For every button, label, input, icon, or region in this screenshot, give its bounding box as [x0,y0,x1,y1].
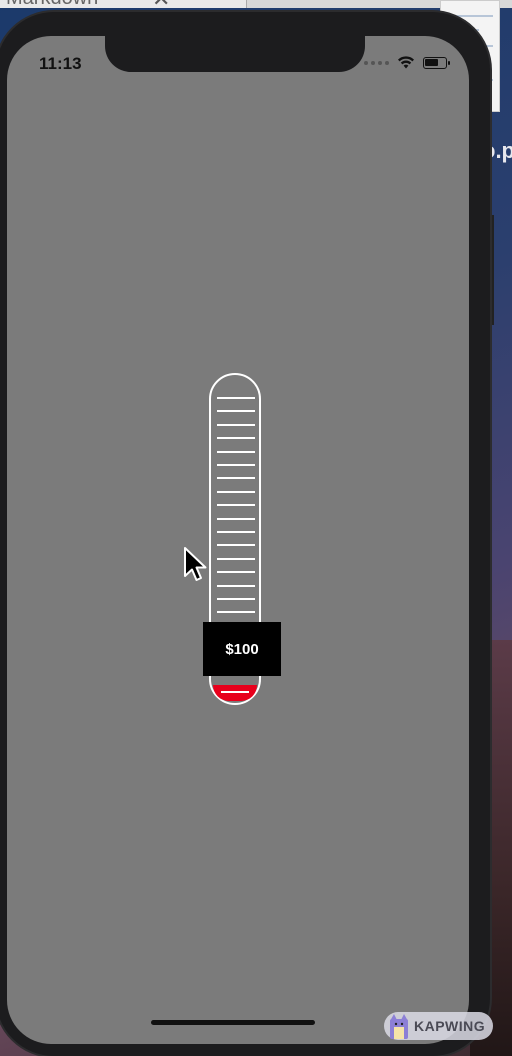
browser-tab[interactable]: Markdown [0,0,247,8]
thermometer-tick [217,397,255,399]
close-icon[interactable]: ✕ [152,0,170,12]
thermometer-tick [217,571,255,574]
thermometer-tick [217,584,255,587]
fill-tick [221,690,249,693]
home-indicator[interactable] [151,1020,315,1025]
status-icons [364,56,450,69]
thermometer-tick [217,611,255,614]
thermometer-tick [217,557,255,560]
thermometer-tick [217,450,255,453]
thermometer-tick [217,437,255,440]
kapwing-watermark: KAPWING [384,1012,494,1040]
thermometer-tick [217,464,255,466]
thermometer-tick [217,544,255,547]
thermometer-tick [217,517,255,520]
thermometer-tick [217,410,255,413]
thermometer-tick [217,531,255,533]
thermometer-tick [217,490,255,493]
thermometer-tick [217,598,255,600]
wifi-icon [398,56,414,69]
phone-notch [105,36,365,72]
thermometer-tick [217,423,255,426]
kapwing-logo-icon [390,1014,408,1039]
cellular-signal-icon [364,60,389,65]
status-time: 11:13 [39,54,82,73]
thermometer-tick [217,477,255,480]
browser-tab-title: Markdown [6,0,98,8]
watermark-text: KAPWING [414,1018,486,1034]
phone-screen: 11:13 $100 [7,36,469,1044]
battery-icon [423,56,450,69]
mouse-cursor-icon [184,547,207,581]
thermometer-fill [213,684,257,701]
value-label: $100 [203,622,281,676]
phone-frame: 11:13 $100 [0,12,490,1056]
thermometer-tick [217,504,255,507]
